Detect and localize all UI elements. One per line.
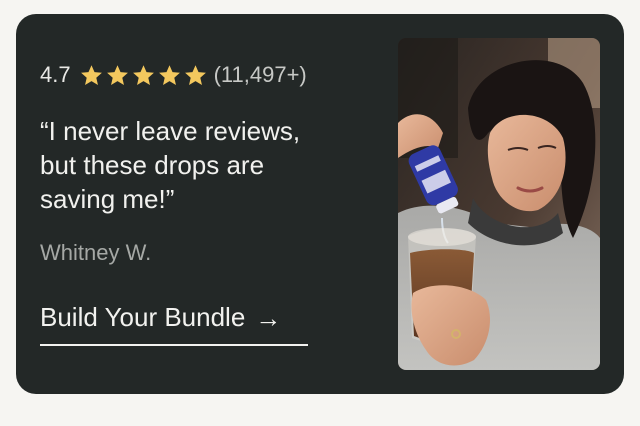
customer-photo [398,38,600,370]
review-card: 4.7 (11,497+) “I never leave reviews, bu… [16,14,624,394]
star-icon [158,64,180,85]
cta-label: Build Your Bundle [40,302,246,332]
review-count: (11,497+) [213,62,307,87]
arrow-right-icon: → [255,303,282,333]
star-icon [106,64,128,85]
star-icon [184,64,206,85]
star-icon [80,64,102,85]
customer-photo-illustration [398,38,600,370]
star-icon [132,64,154,85]
review-author: Whitney W. [40,240,152,265]
rating-value: 4.7 [40,62,71,87]
build-your-bundle-link[interactable]: Build Your Bundle → [40,300,308,346]
review-quote: “I never leave reviews, but these drops … [40,116,301,214]
star-rating [79,63,208,88]
rating-row: 4.7 (11,497+) [40,62,307,88]
